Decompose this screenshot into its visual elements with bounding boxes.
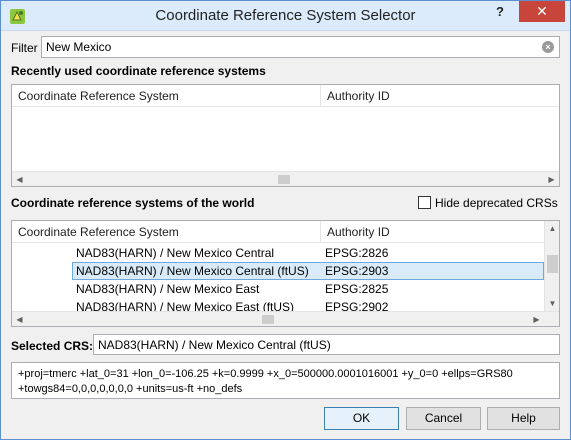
scroll-right-arrow-icon[interactable]: ▶	[544, 172, 559, 186]
world-vertical-scrollbar[interactable]: ▲ ▼	[544, 221, 559, 311]
recent-column-crs[interactable]: Coordinate Reference System	[12, 85, 321, 107]
cancel-button[interactable]: Cancel	[406, 407, 481, 430]
crs-authid-cell: EPSG:2903	[325, 264, 389, 278]
proj-definition-box[interactable]: +proj=tmerc +lat_0=31 +lon_0=-106.25 +k=…	[11, 362, 560, 399]
hide-deprecated-checkbox[interactable]	[418, 196, 431, 209]
selected-crs-label: Selected CRS:	[11, 339, 94, 353]
scroll-down-arrow-icon[interactable]: ▼	[545, 296, 559, 311]
selected-crs-value: NAD83(HARN) / New Mexico Central (ftUS)	[98, 338, 331, 352]
crs-authid-cell: EPSG:2826	[325, 246, 389, 260]
filter-label: Filter	[11, 41, 38, 55]
close-button[interactable]: ✕	[519, 1, 565, 22]
scroll-left-arrow-icon[interactable]: ◀	[12, 172, 27, 186]
recent-crs-table[interactable]: Coordinate Reference System Authority ID…	[11, 84, 560, 187]
world-horizontal-scrollbar[interactable]: ◀ ▶	[12, 311, 559, 326]
world-crs-table[interactable]: Coordinate Reference System Authority ID…	[11, 220, 560, 327]
filter-input-value: New Mexico	[46, 40, 112, 54]
world-table-row-selected[interactable]: NAD83(HARN) / New Mexico Central (ftUS) …	[12, 262, 544, 280]
help-button[interactable]: Help	[487, 407, 560, 430]
recent-scroll-thumb[interactable]	[278, 175, 290, 184]
filter-input[interactable]: New Mexico ×	[41, 36, 560, 58]
selected-crs-field: NAD83(HARN) / New Mexico Central (ftUS)	[93, 334, 560, 355]
title-bar[interactable]: Coordinate Reference System Selector ? ✕	[1, 1, 570, 31]
crs-selector-dialog: Coordinate Reference System Selector ? ✕…	[0, 0, 571, 440]
crs-name-cell: NAD83(HARN) / New Mexico Central (ftUS)	[76, 264, 309, 278]
ok-button[interactable]: OK	[324, 407, 399, 430]
proj-definition-line-1: +proj=tmerc +lat_0=31 +lon_0=-106.25 +k=…	[18, 368, 513, 380]
world-crs-heading: Coordinate reference systems of the worl…	[11, 196, 255, 210]
context-help-button[interactable]: ?	[487, 1, 513, 22]
recent-horizontal-scrollbar[interactable]: ◀ ▶	[12, 171, 559, 186]
crs-name-cell: NAD83(HARN) / New Mexico Central	[76, 246, 275, 260]
world-table-row[interactable]: NAD83(HARN) / New Mexico Central EPSG:28…	[12, 244, 544, 262]
clear-filter-icon[interactable]: ×	[542, 41, 554, 53]
hide-deprecated-label[interactable]: Hide deprecated CRSs	[435, 196, 558, 210]
recent-crs-heading: Recently used coordinate reference syste…	[11, 64, 266, 78]
window-title: Coordinate Reference System Selector	[155, 7, 416, 24]
crs-name-cell: NAD83(HARN) / New Mexico East	[76, 282, 260, 296]
scroll-right-arrow-icon[interactable]: ▶	[529, 312, 544, 326]
world-column-authid[interactable]: Authority ID	[321, 221, 544, 243]
scroll-up-arrow-icon[interactable]: ▲	[545, 221, 559, 236]
world-table-row[interactable]: NAD83(HARN) / New Mexico East EPSG:2825	[12, 280, 544, 298]
scroll-left-arrow-icon[interactable]: ◀	[12, 312, 27, 326]
recent-table-header: Coordinate Reference System Authority ID	[12, 85, 559, 107]
recent-column-authid[interactable]: Authority ID	[321, 85, 559, 107]
world-column-crs[interactable]: Coordinate Reference System	[12, 221, 321, 243]
world-vscroll-thumb[interactable]	[547, 255, 558, 273]
world-hscroll-thumb[interactable]	[262, 315, 274, 324]
crs-authid-cell: EPSG:2825	[325, 282, 389, 296]
proj-definition-line-2: +towgs84=0,0,0,0,0,0,0 +units=us-ft +no_…	[18, 383, 243, 395]
world-table-header: Coordinate Reference System Authority ID	[12, 221, 544, 243]
